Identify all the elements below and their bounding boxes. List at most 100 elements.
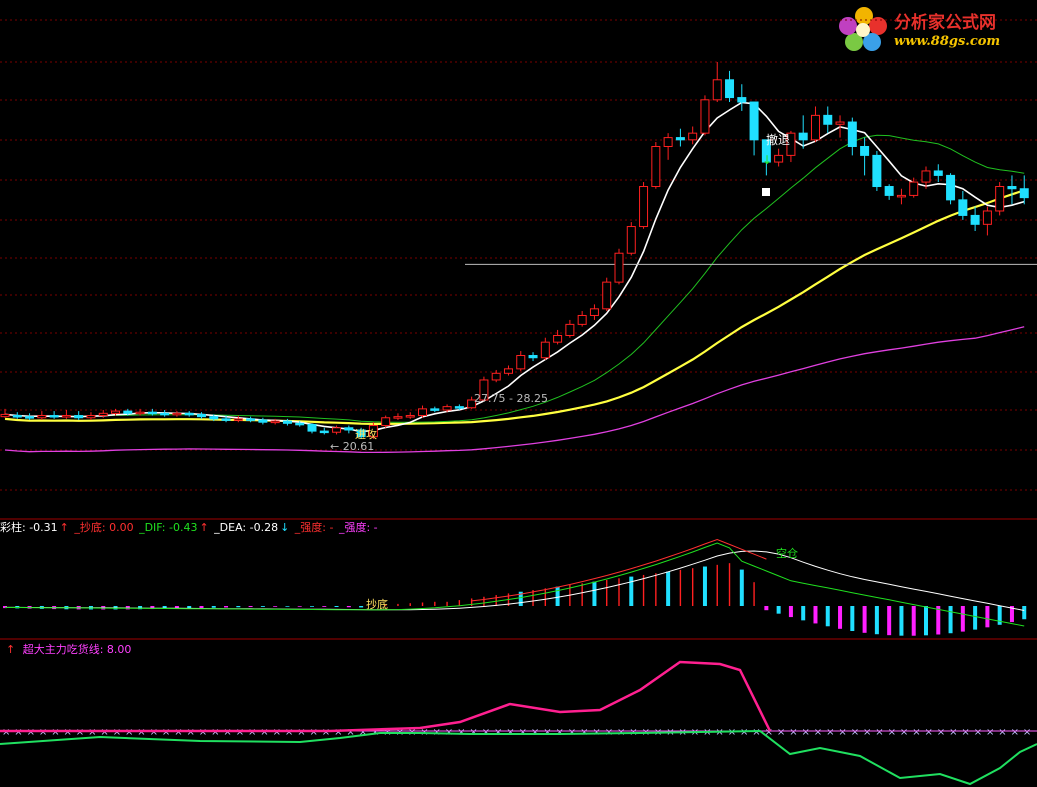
cross-marker: × [260, 727, 268, 738]
candle-body [0, 413, 10, 418]
cross-marker: × [506, 727, 514, 738]
macd-histogram-bar [899, 606, 904, 636]
main-force-legend: ↑ 超大主力吃货线: 8.00 [6, 641, 131, 657]
cross-marker: × [752, 727, 760, 738]
main-force-line [0, 660, 772, 733]
cross-marker: × [925, 727, 933, 738]
candle-body [749, 101, 759, 141]
candle-body [233, 418, 243, 421]
macd-legend-item: 彩柱: -0.31 [0, 521, 58, 534]
candle-body [160, 412, 170, 416]
cross-marker: × [949, 727, 957, 738]
candle-body [442, 406, 452, 411]
candle-body [995, 186, 1005, 212]
candle-body [516, 355, 526, 370]
cross-marker: × [986, 727, 994, 738]
cross-marker: × [174, 727, 182, 738]
cross-marker: × [236, 727, 244, 738]
cross-marker: × [137, 727, 145, 738]
macd-histogram-bar [973, 606, 978, 630]
candle-body [909, 181, 919, 196]
macd-histogram-bar [985, 606, 990, 628]
candle-body [860, 145, 870, 156]
cross-marker: × [248, 727, 256, 738]
candle-body [946, 174, 956, 201]
macd-legend-item: _DEA: -0.28 [210, 521, 279, 534]
cross-marker: × [310, 727, 318, 738]
cross-marker: × [273, 727, 281, 738]
macd-histogram-bar [260, 606, 265, 607]
cross-marker: × [334, 727, 342, 738]
macd-legend-item: ↑ [199, 521, 209, 534]
stock-chart: 撤退↓进攻← 20.6127.75 - 28.25 抄底空仓 × × × × × × × × ×… [0, 19, 1037, 786]
macd-legend-item: ↓ [280, 521, 290, 534]
macd-legend-item: _强度: - [291, 521, 334, 534]
cross-marker: × [64, 727, 72, 738]
cross-marker: × [961, 727, 969, 738]
candle-body [491, 372, 501, 381]
cross-marker: × [802, 727, 810, 738]
macd-histogram-bar [322, 606, 327, 607]
candle-body [307, 423, 317, 432]
cross-marker: × [297, 727, 305, 738]
dea-line [5, 550, 1025, 611]
cross-marker: × [27, 727, 35, 738]
candle-body [884, 186, 894, 196]
cross-marker: × [125, 727, 133, 738]
candle-body [123, 410, 133, 414]
candle-body [921, 170, 931, 183]
candle-body [626, 226, 636, 254]
macd-histogram-bar [273, 606, 278, 607]
cross-marker: × [211, 727, 219, 738]
cross-marker: × [592, 727, 600, 738]
accumulation-line [0, 729, 1037, 786]
candle-body [135, 411, 145, 415]
candle-body [319, 430, 329, 434]
signal-marker [762, 188, 770, 196]
cross-marker: × [445, 727, 453, 738]
macd-histogram-bar [813, 606, 818, 624]
candle-body [553, 334, 563, 343]
candle-body [639, 186, 649, 228]
bottom-label: 抄底 [366, 597, 388, 611]
candle-body [25, 416, 35, 419]
candle-body [982, 210, 992, 225]
cross-marker: × [199, 727, 207, 738]
candle-body [823, 114, 833, 125]
candle-body [774, 154, 784, 163]
candle-body [896, 194, 906, 198]
main-force-legend-text: 超大主力吃货线: 8.00 [22, 643, 132, 656]
candle-body [86, 415, 96, 419]
candle-body [1007, 186, 1017, 190]
cross-marker: × [863, 727, 871, 738]
candle-body [958, 199, 968, 216]
cross-marker: × [826, 727, 834, 738]
cross-marker: × [322, 727, 330, 738]
candle-body [737, 97, 747, 103]
attack-label: 进攻 [355, 427, 377, 441]
cross-marker: × [900, 727, 908, 738]
cross-marker: × [912, 727, 920, 738]
cross-marker: × [162, 727, 170, 738]
candle-body [712, 79, 722, 101]
candle-body [430, 408, 440, 411]
macd-histogram-bar [334, 606, 339, 608]
macd-histogram-bar [948, 606, 953, 634]
candle-body [798, 132, 808, 141]
candle-body [147, 411, 157, 415]
macd-legend-item: _强度: - [335, 521, 378, 534]
macd-histogram-bar [310, 606, 314, 607]
macd-histogram-bar [776, 606, 781, 614]
macd-histogram-bar [838, 606, 843, 629]
ma-white-line [4, 101, 1025, 433]
macd-histogram-bar [788, 606, 793, 618]
cross-marker: × [285, 727, 293, 738]
cross-marker: × [580, 727, 588, 738]
macd-histogram-bar [236, 606, 241, 608]
candle-body [344, 427, 354, 431]
macd-legend-item: _DIF: -0.43 [135, 521, 198, 534]
candle-body [614, 252, 624, 283]
empty-label: 空仓 [776, 546, 798, 560]
cross-marker: × [113, 727, 121, 738]
retreat-label: 撤退 [766, 132, 790, 147]
